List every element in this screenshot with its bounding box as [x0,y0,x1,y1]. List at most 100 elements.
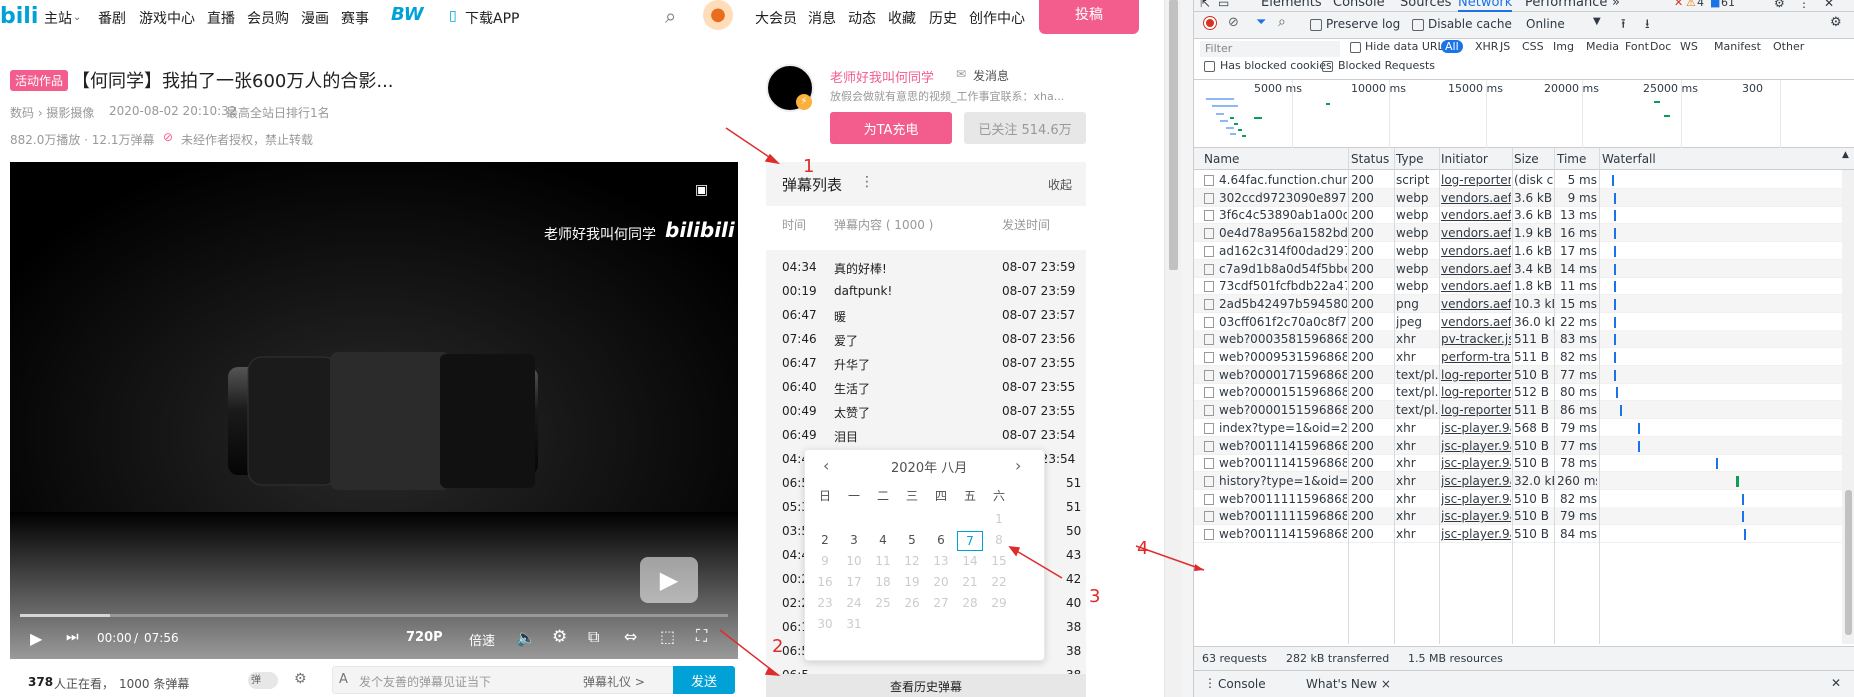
overview-timeline[interactable]: 5000 ms 10000 ms 15000 ms 20000 ms 25000 ms 3… [1194,80,1854,148]
col-type[interactable]: Type [1396,152,1424,166]
page-scrollbar-thumb[interactable] [1169,0,1178,270]
request-initiator[interactable]: jsc-player.9a... [1441,456,1511,470]
request-name[interactable]: web?00111115968684851... [1219,509,1347,523]
request-row[interactable]: c7a9d1b8a0d54f5bbe530... 200 webp vendors.a… [1194,259,1854,278]
request-name[interactable]: web?00111415968684681... [1219,439,1347,453]
request-name[interactable]: 4.64fac.function.chunk.js [1219,173,1347,187]
type-filter-css[interactable]: CSS [1522,40,1544,53]
table-scrollbar[interactable] [1842,170,1854,644]
request-name[interactable]: 3f6c4c53890ab1a00d5ed... [1219,208,1347,222]
request-name[interactable]: web?00001515968684645... [1219,385,1347,399]
request-name[interactable]: web?00095315968684640... [1219,350,1347,364]
blocked-cookies-label[interactable]: Has blocked cookies [1220,59,1332,72]
disable-cache-checkbox[interactable] [1412,19,1424,31]
request-initiator[interactable]: jsc-player.9a... [1441,509,1511,523]
drawer-tab-whats-new[interactable]: What's New × [1306,677,1391,691]
request-initiator[interactable]: vendors.aef7... [1441,244,1511,258]
request-row[interactable]: 3f6c4c53890ab1a00d5ed... 200 webp vendors.a… [1194,206,1854,225]
request-row[interactable]: web?00001515968684645... 200 text/pl...log… [1194,383,1854,402]
request-initiator[interactable]: vendors.aef7... [1441,262,1511,276]
col-status[interactable]: Status [1351,152,1389,166]
warning-count[interactable]: 4 [1697,0,1704,9]
more-menu-icon[interactable]: ⋮ [1798,0,1810,10]
col-initiator[interactable]: Initiator [1441,152,1488,166]
hide-data-urls-label[interactable]: Hide data URLs [1365,40,1449,53]
request-name[interactable]: web?00035815968684640... [1219,332,1347,346]
request-row[interactable]: 302ccd9723090e897ac92... 200 webp vendors.a… [1194,188,1854,207]
inspect-icon[interactable]: ⇱ [1200,0,1210,10]
request-row[interactable]: 4.64fac.function.chunk.js 200 script log-re… [1194,171,1854,189]
disable-cache-label[interactable]: Disable cache [1428,17,1512,31]
request-initiator[interactable]: vendors.aef7... [1441,315,1511,329]
request-row[interactable]: web?00001715968684641... 200 text/pl...log… [1194,365,1854,384]
page-scrollbar[interactable] [1164,0,1181,697]
request-initiator[interactable]: log-reporter... [1441,368,1511,382]
tab-network[interactable]: Network [1458,0,1513,12]
request-initiator[interactable]: jsc-player.9a... [1441,421,1511,435]
request-name[interactable]: web?00111115968684850... [1219,492,1347,506]
request-row[interactable]: 03cff061f2c70a0c8f760ea... 200 jpeg vendors… [1194,313,1854,331]
request-initiator[interactable]: jsc-player.9a... [1441,492,1511,506]
tab-sources[interactable]: Sources [1400,0,1451,10]
settings-gear-icon[interactable]: ⚙ [1774,0,1785,10]
request-row[interactable]: web?00111415968684815... 200 xhr jsc-player… [1194,454,1854,473]
request-initiator[interactable]: jsc-player.9a... [1441,474,1511,488]
request-row[interactable]: index?type=1&oid=2196... 200 xhr jsc-player… [1194,419,1854,437]
tab-console[interactable]: Console [1333,0,1385,10]
sort-up-icon[interactable]: ▲ [1842,150,1849,160]
type-filter-xhr[interactable]: XHR [1475,40,1498,53]
throttle-select[interactable]: Online [1526,17,1565,31]
export-har-icon[interactable]: ⭳ [1645,15,1650,37]
request-name[interactable]: 73cdf501fcfbdb22a474a0... [1219,279,1347,293]
request-row[interactable]: 0e4d78a956a1582bdd411... 200 webp vendors.a… [1194,224,1854,243]
col-size[interactable]: Size [1514,152,1539,166]
tab-elements[interactable]: Elements [1261,0,1322,10]
type-filter-other[interactable]: Other [1773,40,1804,53]
type-filter-ws[interactable]: WS [1680,40,1698,53]
request-name[interactable]: web?00001715968684641... [1219,368,1347,382]
request-row[interactable]: history?type=1&oid=219... 200 xhr jsc-playe… [1194,471,1854,490]
col-name[interactable]: Name [1204,152,1239,166]
error-count[interactable]: 61 [1721,0,1735,9]
request-initiator[interactable]: jsc-player.9a... [1441,439,1511,453]
request-initiator[interactable]: vendors.aef7... [1441,226,1511,240]
request-name[interactable]: 2ad5b42497b594580ef43... [1219,297,1347,311]
request-row[interactable]: web?00111415968684861... 200 xhr jsc-player… [1194,525,1854,543]
request-name[interactable]: ad162c314f00dad2972bb... [1219,244,1347,258]
blocked-requests-label[interactable]: Blocked Requests [1338,59,1435,72]
request-initiator[interactable]: vendors.aef7... [1441,191,1511,205]
type-filter-manifest[interactable]: Manifest [1714,40,1761,53]
type-filter-doc[interactable]: Doc [1650,40,1671,53]
tab-more[interactable]: » [1612,0,1620,10]
request-row[interactable]: ad162c314f00dad2972bb... 200 webp vendors.a… [1194,242,1854,260]
type-filter-js[interactable]: JS [1500,40,1510,53]
request-row[interactable]: 2ad5b42497b594580ef43... 200 png vendors.ae… [1194,294,1854,313]
request-name[interactable]: 302ccd9723090e897ac92... [1219,191,1347,205]
tab-performance[interactable]: Performance [1525,0,1607,10]
request-row[interactable]: web?00001515968684650... 200 text/pl...log… [1194,401,1854,420]
col-waterfall[interactable]: Waterfall [1602,152,1656,166]
request-initiator[interactable]: vendors.aef7... [1441,208,1511,222]
search-icon[interactable]: ⌕ [1278,14,1286,30]
blocked-cookies-checkbox[interactable] [1204,61,1215,72]
type-filter-media[interactable]: Media [1586,40,1619,53]
type-filter-img[interactable]: Img [1553,40,1574,53]
request-initiator[interactable]: log-reporter... [1441,385,1511,399]
drawer-tab-console[interactable]: Console [1218,677,1266,691]
request-initiator[interactable]: jsc-player.9a... [1441,527,1511,541]
request-row[interactable]: web?00035815968684640... 200 xhr pv-tracker… [1194,330,1854,349]
close-icon[interactable]: ✕ [1824,0,1834,10]
request-initiator[interactable]: vendors.aef7... [1441,279,1511,293]
request-name[interactable]: web?00001515968684650... [1219,403,1347,417]
request-name[interactable]: history?type=1&oid=219... [1219,474,1347,488]
request-row[interactable]: web?00095315968684640... 200 xhr perform-tr… [1194,348,1854,366]
request-initiator[interactable]: pv-tracker.js:1 [1441,332,1511,346]
col-time[interactable]: Time [1557,152,1586,166]
type-filter-all[interactable]: All [1441,40,1463,53]
preserve-log-checkbox[interactable] [1310,19,1322,31]
preserve-log-label[interactable]: Preserve log [1326,17,1400,31]
request-initiator[interactable]: perform-trac... [1441,350,1511,364]
request-name[interactable]: 03cff061f2c70a0c8f760ea... [1219,315,1347,329]
filter-input[interactable]: Filter [1200,41,1340,57]
request-row[interactable]: web?00111415968684681... 200 xhr jsc-player… [1194,436,1854,455]
